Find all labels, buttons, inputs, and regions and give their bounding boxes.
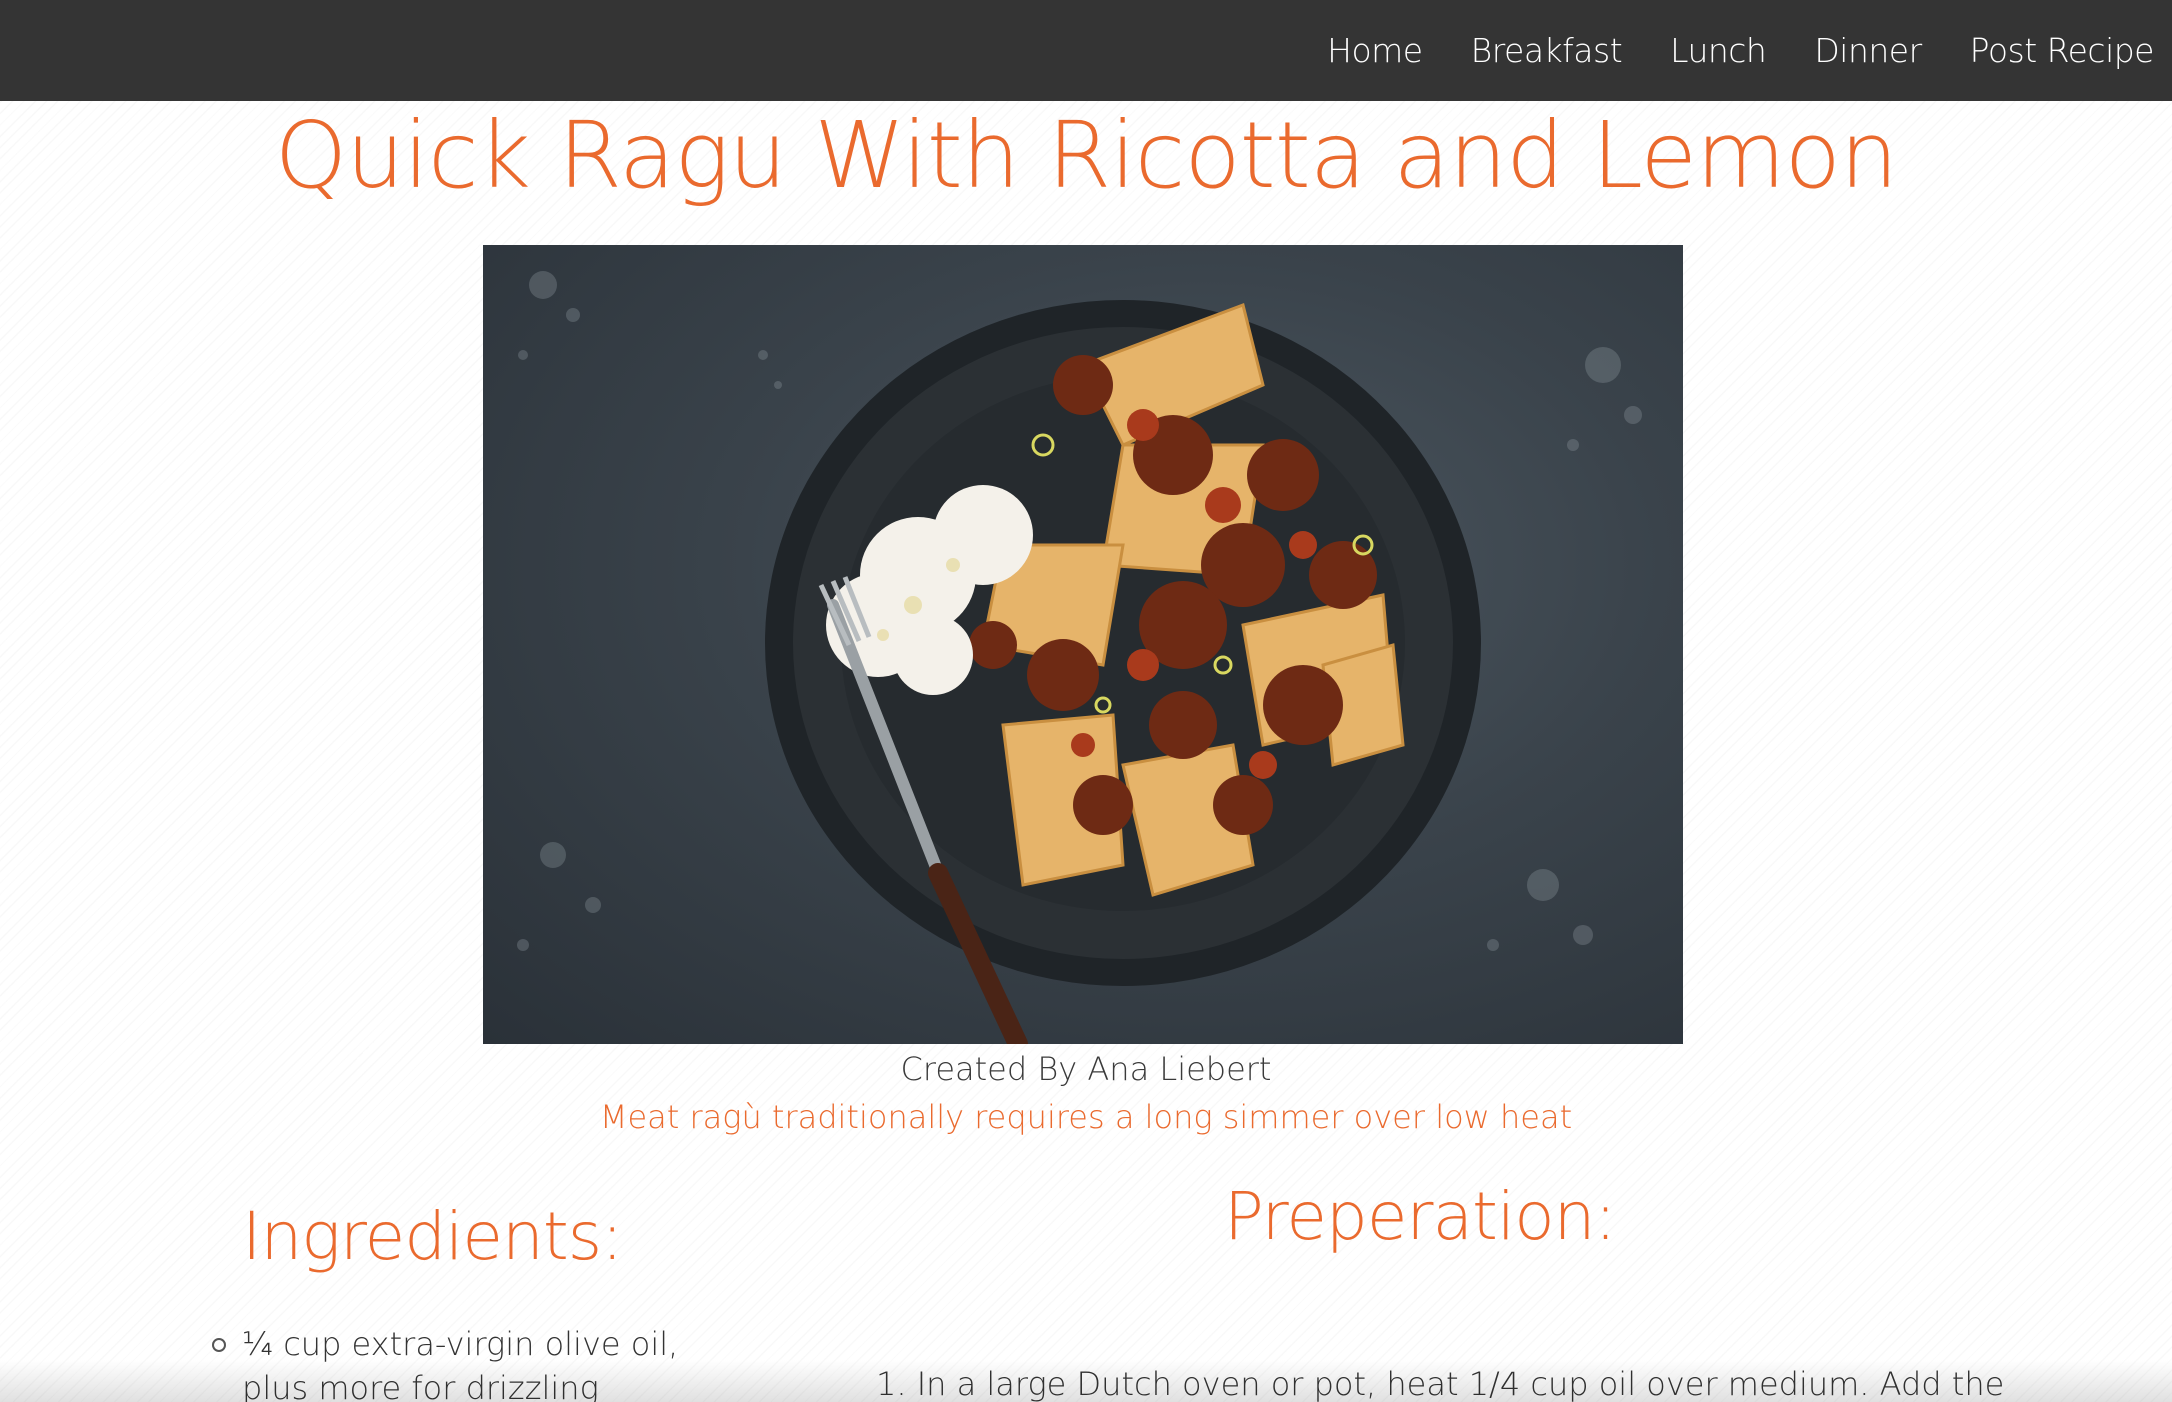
preparation-steps-list: 1. In a large Dutch oven or pot, heat 1/…	[876, 1362, 2056, 1402]
recipe-summary: Meat ragù traditionally requires a long …	[599, 1098, 1573, 1136]
pasta-dish-illustration	[517, 271, 1642, 1044]
nav-home-link[interactable]: Home	[1327, 31, 1423, 70]
recipe-title: Quick Ragu With Ricotta and Lemon	[274, 102, 1898, 209]
top-navbar: Home Breakfast Lunch Dinner Post Recipe	[0, 0, 2172, 101]
recipe-author: Created By Ana Liebert	[900, 1050, 1272, 1088]
nav-breakfast-link[interactable]: Breakfast	[1471, 31, 1623, 70]
ingredient-item: ¼ cup extra-virgin olive oil, plus more …	[212, 1322, 702, 1402]
hollow-circle-icon	[212, 1338, 226, 1352]
preparation-step: 1. In a large Dutch oven or pot, heat 1/…	[876, 1365, 2005, 1402]
recipe-hero-image	[483, 245, 1683, 1044]
preparation-heading: Preperation:	[1224, 1178, 1617, 1255]
nav-post-recipe-link[interactable]: Post Recipe	[1970, 31, 2155, 70]
nav-links: Home Breakfast Lunch Dinner Post Recipe	[1327, 0, 2154, 101]
nav-dinner-link[interactable]: Dinner	[1814, 31, 1922, 70]
ingredients-heading: Ingredients:	[242, 1198, 623, 1275]
nav-lunch-link[interactable]: Lunch	[1670, 31, 1767, 70]
ingredients-list: ¼ cup extra-virgin olive oil, plus more …	[212, 1322, 702, 1402]
ingredient-text: ¼ cup extra-virgin olive oil, plus more …	[242, 1325, 679, 1402]
